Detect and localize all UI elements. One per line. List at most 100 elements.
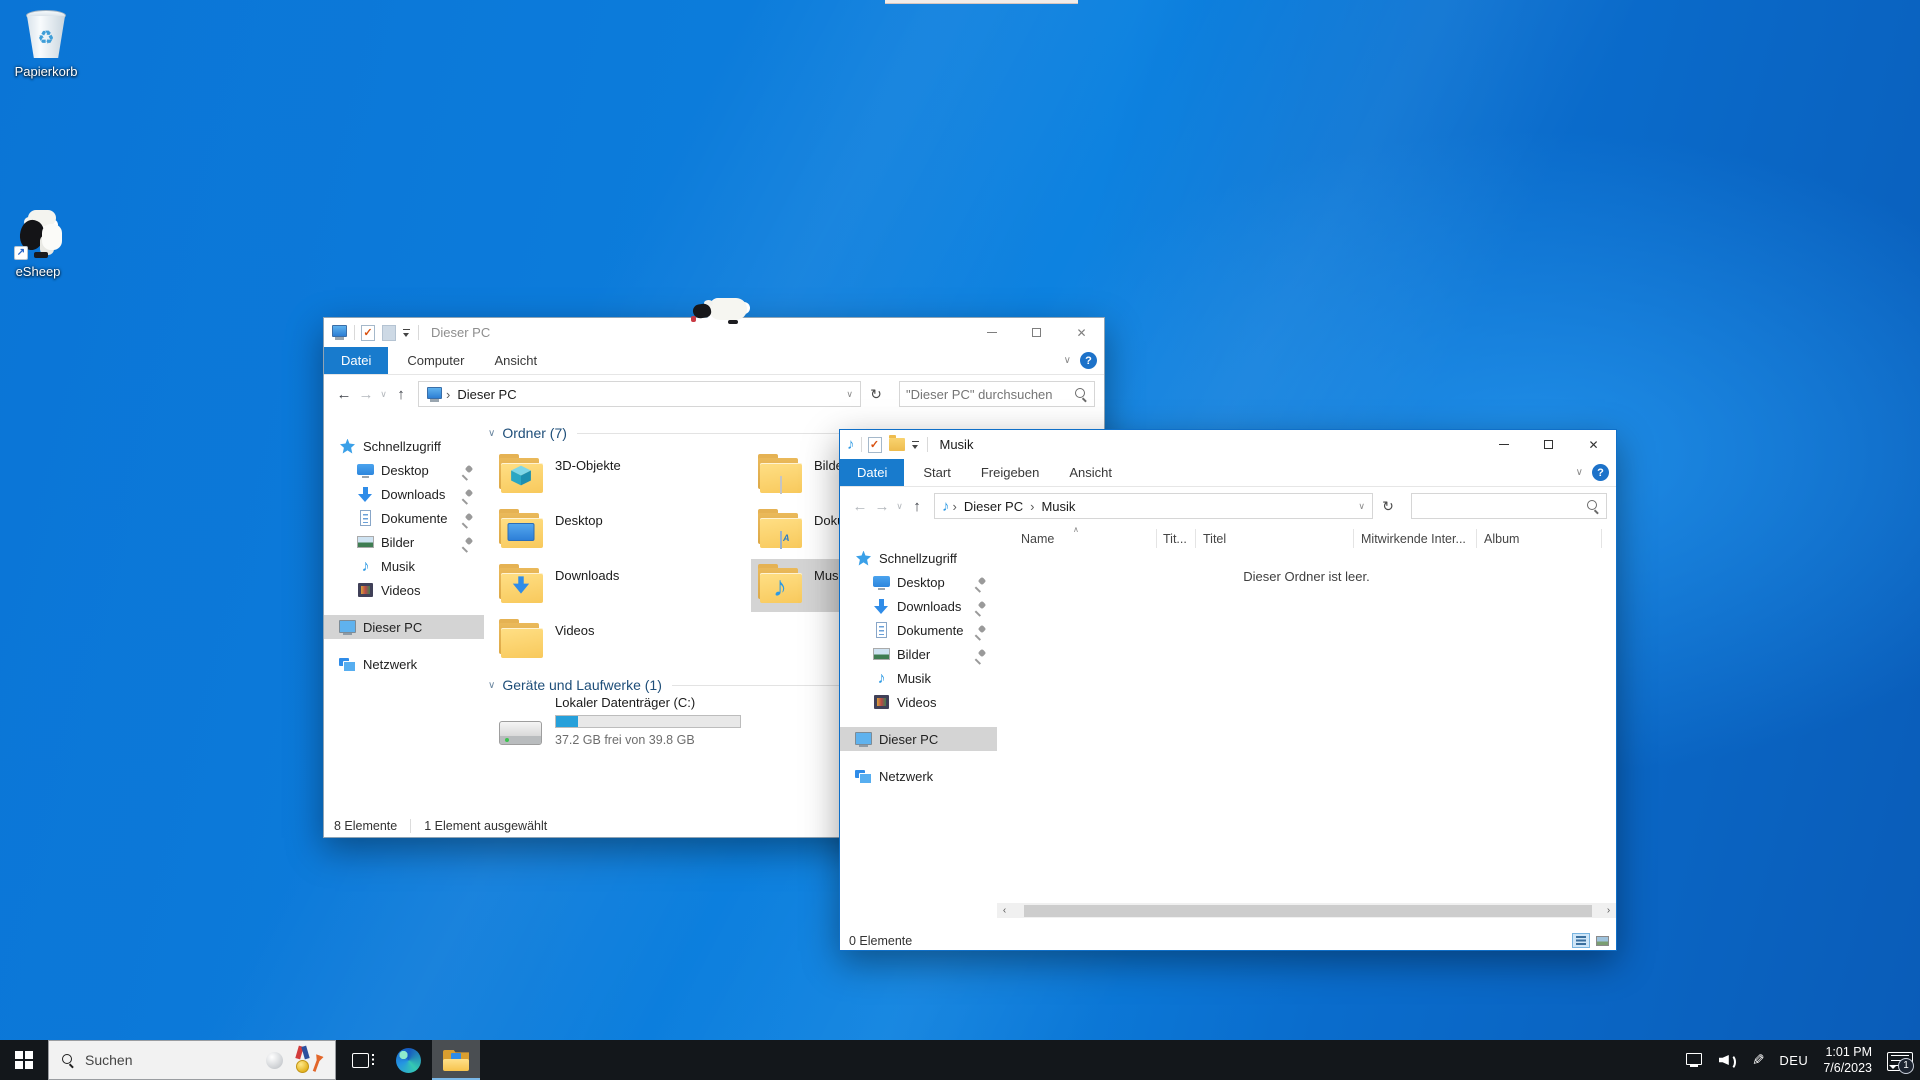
qat-dropdown-icon[interactable]: [402, 327, 412, 339]
address-dropdown-icon[interactable]: ∨: [1358, 501, 1365, 512]
folder-tile-3d-objekte[interactable]: 3D-Objekte: [492, 449, 748, 502]
close-button[interactable]: ✕: [1059, 318, 1104, 347]
qat-properties-icon[interactable]: ✓: [361, 325, 375, 341]
start-button[interactable]: [0, 1040, 48, 1080]
keyboard-language[interactable]: DEU: [1779, 1053, 1808, 1068]
scroll-left-icon[interactable]: ‹: [997, 903, 1012, 918]
forward-button[interactable]: →: [355, 386, 377, 403]
back-button[interactable]: ←: [333, 386, 355, 403]
tab-freigeben[interactable]: Freigeben: [966, 459, 1055, 486]
sidebar-item-desktop[interactable]: Desktop: [840, 570, 997, 594]
sidebar-item-dieser-pc[interactable]: Dieser PC: [324, 615, 484, 639]
ribbon-expand-icon[interactable]: ∨: [1064, 355, 1071, 366]
minimize-button[interactable]: [969, 318, 1014, 347]
titlebar[interactable]: ♪ ✓ Musik ✕: [840, 430, 1616, 459]
sidebar-item-netzwerk[interactable]: Netzwerk: [840, 764, 997, 788]
sidebar-item-downloads[interactable]: Downloads: [840, 594, 997, 618]
column-header-titel[interactable]: Titel: [1203, 532, 1226, 546]
taskbar-search[interactable]: [48, 1040, 336, 1080]
sidebar-item-schnellzugriff[interactable]: Schnellzugriff: [324, 434, 484, 458]
search-highlight-golf-ball-icon[interactable]: [266, 1052, 283, 1069]
maximize-button[interactable]: [1014, 318, 1059, 347]
breadcrumb-dieser-pc[interactable]: Dieser PC: [960, 499, 1027, 514]
sidebar-item-desktop[interactable]: Desktop: [324, 458, 484, 482]
tab-datei[interactable]: Datei: [324, 347, 388, 374]
task-view-button[interactable]: [336, 1040, 384, 1080]
qat-new-folder-icon[interactable]: [889, 438, 905, 451]
column-header-album[interactable]: Album: [1484, 532, 1519, 546]
tab-ansicht[interactable]: Ansicht: [479, 347, 552, 374]
scrollbar-thumb[interactable]: [1024, 905, 1592, 917]
up-button[interactable]: ↑: [906, 498, 928, 515]
folder-tile-downloads[interactable]: Downloads: [492, 559, 748, 612]
folder-content: ∧ Name Tit... Titel Mitwirkende Inter...…: [997, 525, 1616, 918]
search-box[interactable]: [1411, 493, 1607, 519]
taskbar-search-input[interactable]: [85, 1052, 256, 1068]
refresh-button[interactable]: ↻: [1373, 498, 1403, 515]
search-input[interactable]: [906, 387, 1074, 402]
tab-computer[interactable]: Computer: [392, 347, 479, 374]
close-button[interactable]: ✕: [1571, 430, 1616, 459]
collapse-chevron-icon[interactable]: ∨: [488, 428, 495, 439]
sidebar-item-dieser-pc[interactable]: Dieser PC: [840, 727, 997, 751]
sidebar-item-netzwerk[interactable]: Netzwerk: [324, 652, 484, 676]
breadcrumb-dieser-pc[interactable]: Dieser PC: [453, 387, 520, 402]
search-box[interactable]: [899, 381, 1095, 407]
column-header-name[interactable]: Name: [1021, 532, 1054, 546]
sidebar-item-musik[interactable]: ♪Musik: [324, 554, 484, 578]
help-button[interactable]: ?: [1080, 352, 1097, 369]
refresh-button[interactable]: ↻: [861, 386, 891, 403]
sidebar-item-bilder[interactable]: Bilder: [840, 642, 997, 666]
address-bar[interactable]: ♪ › Dieser PC › Musik ∨: [934, 493, 1373, 519]
drive-tile-c[interactable]: Lokaler Datenträger (C:) 37.2 GB frei vo…: [492, 695, 802, 759]
collapse-chevron-icon[interactable]: ∨: [488, 680, 495, 691]
edge-button[interactable]: [384, 1040, 432, 1080]
folder-tile-videos[interactable]: Videos: [492, 614, 748, 667]
column-header-mitwirkende[interactable]: Mitwirkende Inter...: [1361, 532, 1466, 546]
sidebar-item-bilder[interactable]: Bilder: [324, 530, 484, 554]
ribbon-expand-icon[interactable]: ∨: [1576, 467, 1583, 478]
recent-locations-icon[interactable]: ∨: [377, 389, 390, 400]
search-highlight-medal-icon[interactable]: [293, 1046, 323, 1074]
forward-button[interactable]: →: [871, 498, 893, 515]
file-explorer-button[interactable]: [432, 1040, 480, 1080]
desktop-icon-esheep[interactable]: ↗ eSheep: [0, 208, 84, 279]
desktop-icon-recycle-bin[interactable]: ♻ Papierkorb: [0, 8, 92, 79]
large-icons-view-button[interactable]: [1593, 933, 1611, 948]
large-icons-view-icon: [1596, 936, 1609, 946]
sidebar-item-musik[interactable]: ♪Musik: [840, 666, 997, 690]
clock[interactable]: 1:01 PM 7/6/2023: [1823, 1044, 1872, 1077]
volume-tray-icon[interactable]: [1719, 1052, 1737, 1068]
esheep-sprite[interactable]: [688, 295, 750, 325]
column-header-tit[interactable]: Tit...: [1163, 532, 1187, 546]
recent-locations-icon[interactable]: ∨: [893, 501, 906, 512]
minimize-button[interactable]: [1481, 430, 1526, 459]
sidebar-item-dokumente[interactable]: Dokumente: [324, 506, 484, 530]
sidebar-item-videos[interactable]: Videos: [840, 690, 997, 714]
breadcrumb-musik[interactable]: Musik: [1037, 499, 1079, 514]
qat-new-folder-icon[interactable]: [382, 325, 396, 341]
folder-tile-desktop[interactable]: Desktop: [492, 504, 748, 557]
tab-ansicht[interactable]: Ansicht: [1054, 459, 1127, 486]
horizontal-scrollbar[interactable]: ‹ ›: [997, 903, 1616, 918]
sidebar-item-videos[interactable]: Videos: [324, 578, 484, 602]
up-button[interactable]: ↑: [390, 386, 412, 403]
search-input[interactable]: [1418, 499, 1586, 514]
network-tray-icon[interactable]: [1684, 1052, 1704, 1068]
qat-properties-icon[interactable]: ✓: [868, 437, 882, 453]
sidebar-item-schnellzugriff[interactable]: Schnellzugriff: [840, 546, 997, 570]
address-dropdown-icon[interactable]: ∨: [846, 389, 853, 400]
scroll-right-icon[interactable]: ›: [1601, 903, 1616, 918]
ink-workspace-icon[interactable]: ✎: [1752, 1051, 1765, 1069]
back-button[interactable]: ←: [849, 498, 871, 515]
help-button[interactable]: ?: [1592, 464, 1609, 481]
details-view-button[interactable]: [1572, 933, 1590, 948]
sidebar-item-downloads[interactable]: Downloads: [324, 482, 484, 506]
tab-datei[interactable]: Datei: [840, 459, 904, 486]
address-bar[interactable]: › Dieser PC ∨: [418, 381, 861, 407]
sidebar-item-dokumente[interactable]: Dokumente: [840, 618, 997, 642]
action-center-icon[interactable]: 1: [1887, 1052, 1907, 1069]
qat-dropdown-icon[interactable]: [911, 439, 921, 451]
maximize-button[interactable]: [1526, 430, 1571, 459]
tab-start[interactable]: Start: [908, 459, 965, 486]
